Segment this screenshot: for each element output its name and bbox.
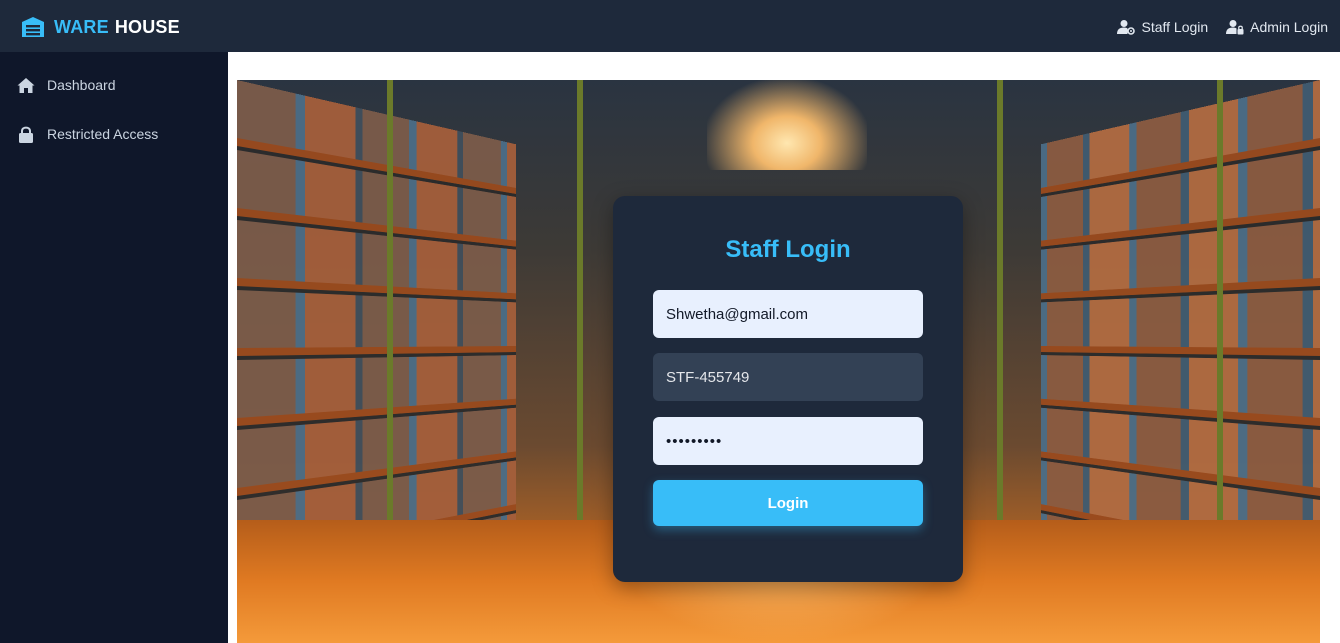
sidebar-item-label: Restricted Access bbox=[47, 126, 159, 142]
lock-icon bbox=[19, 126, 33, 143]
brand-name-part2: HOUSE bbox=[114, 16, 180, 37]
password-field[interactable] bbox=[653, 417, 923, 465]
user-gear-icon bbox=[1117, 20, 1136, 35]
sidebar-item-label: Dashboard bbox=[47, 77, 116, 93]
staff-login-link[interactable]: Staff Login bbox=[1117, 19, 1208, 35]
brand-logo[interactable]: WARE HOUSE bbox=[20, 14, 180, 40]
warehouse-icon bbox=[22, 17, 44, 37]
user-lock-icon bbox=[1226, 20, 1244, 35]
admin-login-label: Admin Login bbox=[1250, 19, 1328, 35]
top-nav-links: Staff Login Admin Login bbox=[1099, 16, 1328, 38]
staff-id-field[interactable] bbox=[653, 353, 923, 401]
brand-name-part1: WARE bbox=[54, 16, 109, 37]
warehouse-background-image: Staff Login Login bbox=[237, 80, 1320, 643]
sidebar: Dashboard Restricted Access bbox=[0, 52, 228, 643]
main-content: Staff Login Login bbox=[228, 52, 1340, 643]
home-icon bbox=[17, 77, 35, 93]
login-button[interactable]: Login bbox=[653, 480, 923, 526]
sidebar-item-restricted-access[interactable]: Restricted Access bbox=[0, 117, 228, 151]
ceiling-light bbox=[707, 80, 867, 170]
admin-login-link[interactable]: Admin Login bbox=[1226, 19, 1328, 35]
email-field[interactable] bbox=[653, 290, 923, 338]
staff-login-label: Staff Login bbox=[1141, 19, 1209, 35]
sidebar-item-dashboard[interactable]: Dashboard bbox=[0, 68, 228, 102]
login-title: Staff Login bbox=[725, 236, 851, 263]
top-navbar: WARE HOUSE Staff Login Admin Login bbox=[0, 0, 1340, 52]
staff-login-card: Staff Login Login bbox=[613, 196, 963, 582]
